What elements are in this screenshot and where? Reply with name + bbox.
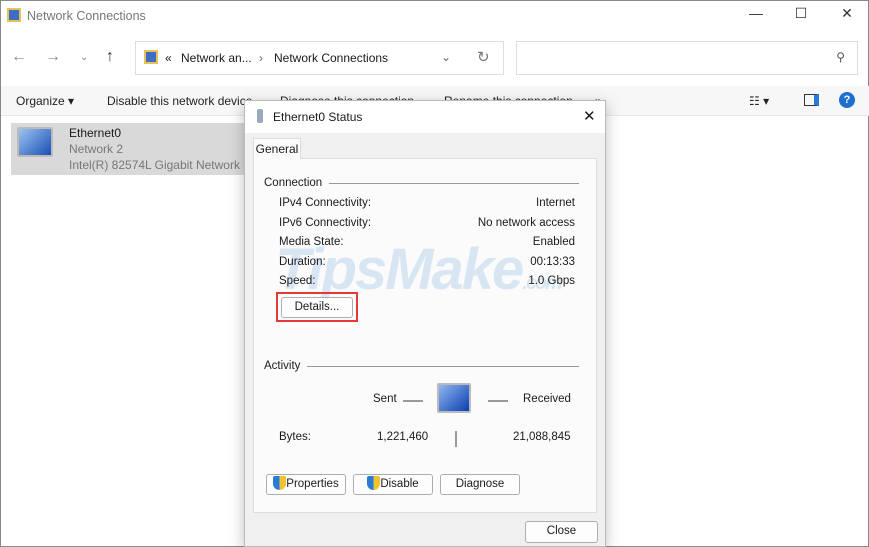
address-bar[interactable]: « Network an... › Network Connections ⌄ … xyxy=(135,41,504,75)
breadcrumb-overflow[interactable]: « xyxy=(165,51,172,65)
received-line xyxy=(488,400,508,402)
connection-row-value: 1.0 Gbps xyxy=(528,275,575,287)
address-dropdown[interactable]: ⌄ xyxy=(441,50,451,64)
connection-row-label: Duration: xyxy=(279,255,326,268)
connection-name: Ethernet0 xyxy=(69,126,122,140)
details-button[interactable]: Details... xyxy=(281,297,353,318)
breadcrumb-network-connections[interactable]: Network Connections xyxy=(274,51,388,65)
activity-divider xyxy=(307,366,579,367)
minimize-button[interactable]: — xyxy=(741,5,771,27)
dialog-close-icon[interactable]: ✕ xyxy=(583,107,596,125)
uac-shield-icon xyxy=(367,476,381,490)
connection-row-label: IPv6 Connectivity: xyxy=(279,216,372,229)
dialog-title: Ethernet0 Status xyxy=(273,110,363,124)
tab-general[interactable]: General xyxy=(253,138,301,159)
activity-heading: Activity xyxy=(264,360,301,372)
preview-pane-icon[interactable] xyxy=(804,94,819,106)
connection-network: Network 2 xyxy=(69,142,124,156)
connection-row-label: Speed: xyxy=(279,275,316,287)
recent-dropdown[interactable]: ⌄ xyxy=(80,52,88,63)
network-adapter-icon xyxy=(17,127,53,157)
maximize-button[interactable]: ☐ xyxy=(786,5,816,27)
refresh-button[interactable]: ↻ xyxy=(477,48,490,66)
bytes-sent-value: 1,221,460 xyxy=(377,431,429,443)
bytes-divider xyxy=(455,431,457,447)
view-options-icon[interactable]: ☷ ▾ xyxy=(749,94,769,108)
help-icon[interactable]: ? xyxy=(839,92,855,108)
connection-row-value: Internet xyxy=(536,197,575,209)
connection-divider xyxy=(329,183,579,184)
search-icon: ⚲ xyxy=(836,50,845,64)
close-window-button[interactable]: ✕ xyxy=(832,5,862,27)
close-button[interactable]: Close xyxy=(525,521,598,543)
connection-row-label: Media State: xyxy=(279,236,344,248)
up-button[interactable]: ↑ xyxy=(106,48,114,66)
disable-button[interactable]: Disable xyxy=(353,474,433,495)
connection-item-ethernet0[interactable]: Ethernet0 Network 2 Intel(R) 82574L Giga… xyxy=(11,123,252,175)
properties-button[interactable]: Properties xyxy=(266,474,346,495)
bytes-received-value: 21,088,845 xyxy=(513,431,571,443)
general-panel xyxy=(253,158,597,513)
uac-shield-icon xyxy=(273,476,287,490)
connection-row-label: IPv4 Connectivity: xyxy=(279,197,372,209)
breadcrumb-separator: › xyxy=(259,51,263,65)
properties-label: Properties xyxy=(286,478,339,490)
network-folder-icon xyxy=(7,8,21,22)
disable-label: Disable xyxy=(380,478,419,490)
connection-row-value: 00:13:33 xyxy=(530,255,575,268)
connection-row-value: Enabled xyxy=(532,236,575,248)
window-title: Network Connections xyxy=(27,9,146,23)
diagnose-button[interactable]: Diagnose xyxy=(440,474,520,495)
network-computers-icon xyxy=(437,383,471,413)
sent-line xyxy=(403,400,423,402)
connection-heading: Connection xyxy=(264,177,323,189)
dialog-title-bar: Ethernet0 Status ✕ xyxy=(245,101,605,133)
back-button[interactable]: ← xyxy=(11,48,27,66)
ethernet-status-dialog: Ethernet0 Status ✕ General TipsMake.com … xyxy=(244,100,606,547)
received-label: Received xyxy=(523,393,571,405)
disable-device-button[interactable]: Disable this network device xyxy=(107,94,252,108)
connection-adapter: Intel(R) 82574L Gigabit Network C xyxy=(69,158,252,172)
ethernet-cable-icon xyxy=(257,109,263,123)
connection-row-value: No network access xyxy=(477,216,575,229)
organize-menu[interactable]: Organize ▾ xyxy=(16,94,74,108)
bytes-label: Bytes: xyxy=(279,431,311,443)
breadcrumb-network-and-sharing[interactable]: Network an... xyxy=(181,51,252,65)
organize-label: Organize xyxy=(16,94,65,108)
search-input[interactable]: ⚲ xyxy=(516,41,858,75)
sent-label: Sent xyxy=(373,393,397,405)
network-folder-icon xyxy=(144,50,158,64)
forward-button[interactable]: → xyxy=(45,48,61,66)
